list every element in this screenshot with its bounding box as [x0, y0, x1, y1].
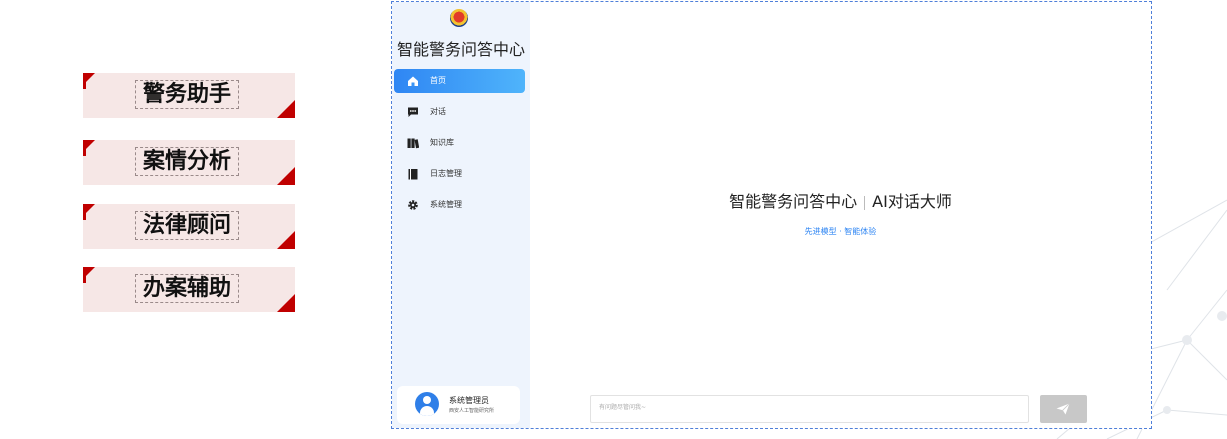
feature-label: 案情分析: [135, 147, 239, 176]
corner-decoration: [277, 231, 295, 249]
home-icon: [408, 76, 418, 86]
app-title: 智能警务问答中心: [396, 40, 525, 59]
main-content: 智能警务问答中心 AI对话大师 先进模型 · 智能体验 有问题尽管问我~: [530, 2, 1151, 428]
feature-label: 办案辅助: [135, 274, 239, 303]
sidebar-item-knowledge-base[interactable]: 知识库: [394, 131, 525, 155]
corner-decoration: [277, 294, 295, 312]
hero-title-left: 智能警务问答中心: [729, 192, 858, 211]
sidebar: 智能警务问答中心 首页 对话 知识库 日志管理 系统管理 系统管理员 西安人工智…: [392, 2, 530, 428]
log-icon: [408, 169, 418, 180]
chat-icon: [408, 107, 418, 117]
chat-input[interactable]: 有问题尽管问我~: [590, 395, 1029, 423]
sidebar-item-label: 日志管理: [430, 169, 462, 178]
corner-decoration: [277, 167, 295, 185]
hero-title-right: AI对话大师: [872, 192, 952, 211]
corner-decoration: [83, 73, 95, 89]
hero-subtitle: 先进模型 · 智能体验: [804, 227, 877, 236]
sidebar-item-system-management[interactable]: 系统管理: [394, 193, 525, 217]
send-button[interactable]: [1040, 395, 1087, 423]
avatar: [415, 392, 439, 416]
feature-card-case-handling[interactable]: 办案辅助: [83, 267, 295, 312]
feature-card-police-assistant[interactable]: 警务助手: [83, 73, 295, 118]
feature-card-case-analysis[interactable]: 案情分析: [83, 140, 295, 185]
corner-decoration: [83, 267, 95, 283]
book-icon: [407, 138, 419, 149]
corner-decoration: [83, 204, 95, 220]
sidebar-item-label: 首页: [430, 76, 446, 85]
corner-decoration: [277, 100, 295, 118]
sidebar-item-label: 系统管理: [430, 200, 462, 209]
app-window: 智能警务问答中心 首页 对话 知识库 日志管理 系统管理 系统管理员 西安人工智…: [391, 1, 1152, 429]
feature-card-legal-advisor[interactable]: 法律顾问: [83, 204, 295, 249]
user-org: 西安人工智能研究所: [449, 408, 495, 414]
sidebar-item-label: 知识库: [430, 138, 454, 147]
sidebar-item-chat[interactable]: 对话: [394, 100, 525, 124]
corner-decoration: [83, 140, 95, 156]
police-badge-logo: [450, 9, 468, 27]
feature-label: 法律顾问: [135, 211, 239, 240]
feature-label: 警务助手: [135, 80, 239, 109]
hero-title: 智能警务问答中心 AI对话大师: [530, 188, 1151, 212]
sidebar-item-home[interactable]: 首页: [394, 69, 525, 93]
user-profile-card[interactable]: 系统管理员 西安人工智能研究所: [397, 386, 520, 424]
gear-icon: [408, 200, 418, 210]
sidebar-item-log-management[interactable]: 日志管理: [394, 162, 525, 186]
divider: [864, 195, 866, 210]
send-icon: [1056, 403, 1070, 415]
user-name: 系统管理员: [449, 396, 489, 405]
sidebar-item-label: 对话: [430, 107, 446, 116]
